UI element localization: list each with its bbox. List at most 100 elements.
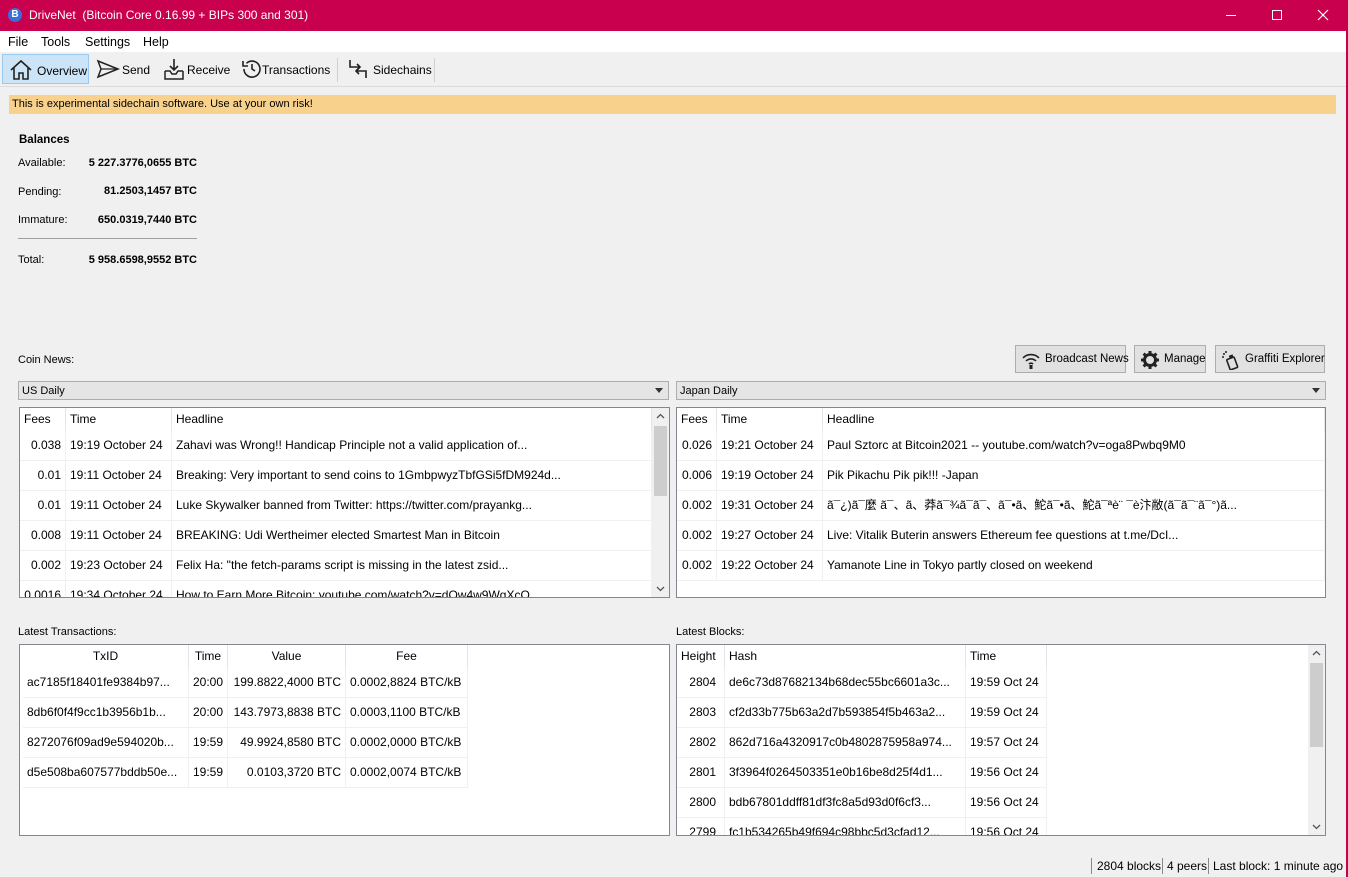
manage-button[interactable]: Manage bbox=[1134, 345, 1206, 373]
column-header-time[interactable]: Time bbox=[717, 408, 823, 431]
tab-send[interactable]: Send bbox=[90, 54, 154, 84]
right-news-feed-select[interactable]: Japan Daily bbox=[676, 381, 1326, 400]
news-fee: 0.006 bbox=[677, 461, 717, 491]
block-row[interactable]: 2801 3f3964f0264503351e0b16be8d25f4d1...… bbox=[677, 758, 1047, 788]
transaction-row[interactable]: 8272076f09ad9e594020b... 19:59 49.9924,8… bbox=[23, 728, 468, 758]
news-row[interactable]: 0.006 19:19 October 24 Pik Pikachu Pik p… bbox=[677, 461, 1325, 491]
maximize-button[interactable] bbox=[1254, 0, 1300, 31]
column-header-hash[interactable]: Hash bbox=[725, 645, 966, 668]
right-news-feed-value: Japan Daily bbox=[680, 385, 738, 397]
latest-blocks-label: Latest Blocks: bbox=[676, 626, 745, 638]
scroll-down-button[interactable] bbox=[652, 580, 669, 597]
column-header-time[interactable]: Time bbox=[66, 408, 172, 431]
block-row[interactable]: 2799 fc1b534265b49f694c98bbc5d3cfad12...… bbox=[677, 818, 1047, 835]
minimize-icon bbox=[1226, 15, 1236, 16]
block-time: 19:59 Oct 24 bbox=[966, 698, 1047, 728]
block-height: 2801 bbox=[677, 758, 725, 788]
column-header-time[interactable]: Time bbox=[966, 645, 1047, 668]
column-header-height[interactable]: Height bbox=[677, 645, 725, 668]
transaction-row[interactable]: 8db6f0f4f9cc1b3956b1b... 20:00 143.7973,… bbox=[23, 698, 468, 728]
transaction-txid: d5e508ba607577bddb50e... bbox=[23, 758, 189, 788]
scroll-thumb[interactable] bbox=[1310, 663, 1323, 747]
news-headline: Luke Skywalker banned from Twitter: http… bbox=[172, 491, 652, 521]
transaction-time: 19:59 bbox=[189, 728, 228, 758]
minimize-button[interactable] bbox=[1208, 0, 1254, 31]
news-row[interactable]: 0.002 19:31 October 24 ã¯¿)ã¯麼 ã¯、ã、莽ã¯¾… bbox=[677, 491, 1325, 521]
transaction-fee: 0.0003,1100 BTC/kB bbox=[346, 698, 468, 728]
japan-news-table[interactable]: Fees Time Headline 0.026 19:21 October 2… bbox=[676, 407, 1326, 598]
column-header-fees[interactable]: Fees bbox=[20, 408, 66, 431]
tab-sidechains[interactable]: Sidechains bbox=[340, 54, 432, 84]
graffiti-explorer-button[interactable]: Graffiti Explorer bbox=[1215, 345, 1325, 373]
latest-transactions-table[interactable]: TxID Time Value Fee ac7185f18401fe9384b9… bbox=[19, 644, 670, 836]
block-row[interactable]: 2800 bdb67801ddff81df3fc8a5d93d0f6cf3...… bbox=[677, 788, 1047, 818]
immature-balance: 650.0319,7440 BTC bbox=[97, 214, 197, 226]
tab-receive[interactable]: Receive bbox=[156, 54, 232, 84]
news-fee: 0.01 bbox=[20, 491, 66, 521]
column-header-time[interactable]: Time bbox=[189, 645, 228, 668]
block-time: 19:56 Oct 24 bbox=[966, 758, 1047, 788]
news-row[interactable]: 0.002 19:23 October 24 Felix Ha: "the fe… bbox=[20, 551, 652, 581]
scroll-up-button[interactable] bbox=[1308, 645, 1325, 662]
tab-overview-label: Overview bbox=[37, 64, 88, 78]
history-clock-icon bbox=[242, 60, 261, 78]
block-row[interactable]: 2804 de6c73d87682134b68dec55bc6601a3c...… bbox=[677, 668, 1047, 698]
news-row[interactable]: 0.008 19:11 October 24 BREAKING: Udi Wer… bbox=[20, 521, 652, 551]
menu-help[interactable]: Help bbox=[143, 35, 169, 49]
block-hash: de6c73d87682134b68dec55bc6601a3c... bbox=[725, 668, 966, 698]
available-label: Available: bbox=[18, 157, 66, 169]
column-header-fees[interactable]: Fees bbox=[677, 408, 717, 431]
block-row[interactable]: 2803 cf2d33b775b63a2d7b593854f5b463a2...… bbox=[677, 698, 1047, 728]
news-time: 19:22 October 24 bbox=[717, 551, 823, 581]
news-scrollbar[interactable] bbox=[652, 408, 669, 597]
scroll-down-button[interactable] bbox=[1308, 818, 1325, 835]
column-header-txid[interactable]: TxID bbox=[23, 645, 189, 668]
news-row[interactable]: 0.026 19:21 October 24 Paul Sztorc at Bi… bbox=[677, 431, 1325, 461]
transaction-row[interactable]: d5e508ba607577bddb50e... 19:59 0.0103,37… bbox=[23, 758, 468, 788]
broadcast-news-button[interactable]: Broadcast News bbox=[1015, 345, 1129, 373]
news-time: 19:31 October 24 bbox=[717, 491, 823, 521]
column-header-headline[interactable]: Headline bbox=[172, 408, 652, 431]
menu-file[interactable]: File bbox=[8, 35, 28, 49]
left-news-feed-select[interactable]: US Daily bbox=[18, 381, 669, 400]
column-header-headline[interactable]: Headline bbox=[823, 408, 1325, 431]
news-row[interactable]: 0.002 19:27 October 24 Live: Vitalik But… bbox=[677, 521, 1325, 551]
peer-count: 4 peers bbox=[1167, 859, 1208, 873]
scroll-up-button[interactable] bbox=[652, 408, 669, 425]
blocks-scrollbar[interactable] bbox=[1308, 645, 1325, 835]
tab-overview[interactable]: Overview bbox=[2, 54, 89, 84]
news-time: 19:11 October 24 bbox=[66, 491, 172, 521]
latest-blocks-table[interactable]: Height Hash Time 2804 de6c73d87682134b68… bbox=[676, 644, 1326, 836]
chevron-down-icon bbox=[656, 586, 665, 592]
block-row[interactable]: 2802 862d716a4320917c0b4802875958a974...… bbox=[677, 728, 1047, 758]
news-row[interactable]: 0.038 19:19 October 24 Zahavi was Wrong!… bbox=[20, 431, 652, 461]
pending-balance: 81.2503,1457 BTC bbox=[104, 185, 197, 197]
close-button[interactable] bbox=[1300, 0, 1346, 31]
tab-transactions[interactable]: Transactions bbox=[234, 54, 334, 84]
total-label: Total: bbox=[18, 254, 45, 266]
block-height: 2804 bbox=[677, 668, 725, 698]
news-row[interactable]: 0.01 19:11 October 24 Breaking: Very imp… bbox=[20, 461, 652, 491]
news-row[interactable]: 0.002 19:22 October 24 Yamanote Line in … bbox=[677, 551, 1325, 581]
transaction-fee: 0.0002,0074 BTC/kB bbox=[346, 758, 468, 788]
transaction-fee: 0.0002,0000 BTC/kB bbox=[346, 728, 468, 758]
bitcoin-app-icon: B bbox=[8, 8, 22, 22]
block-time: 19:59 Oct 24 bbox=[966, 668, 1047, 698]
menu-tools[interactable]: Tools bbox=[41, 35, 70, 49]
warning-banner: This is experimental sidechain software.… bbox=[9, 95, 1336, 114]
scroll-thumb[interactable] bbox=[654, 426, 667, 496]
transaction-row[interactable]: ac7185f18401fe9384b97... 20:00 199.8822,… bbox=[23, 668, 468, 698]
column-header-value[interactable]: Value bbox=[228, 645, 346, 668]
column-header-fee[interactable]: Fee bbox=[346, 645, 468, 668]
menu-settings[interactable]: Settings bbox=[85, 35, 130, 49]
news-row[interactable]: 0.01 19:11 October 24 Luke Skywalker ban… bbox=[20, 491, 652, 521]
available-balance: 5 227.3776,0655 BTC bbox=[88, 157, 197, 169]
us-news-table[interactable]: Fees Time Headline 0.038 19:19 October 2… bbox=[19, 407, 670, 598]
news-time: 19:11 October 24 bbox=[66, 521, 172, 551]
news-headline: How to Earn More Bitcoin: youtube.com/wa… bbox=[172, 581, 652, 597]
block-height: 2803 bbox=[677, 698, 725, 728]
block-time: 19:57 Oct 24 bbox=[966, 728, 1047, 758]
transaction-txid: ac7185f18401fe9384b97... bbox=[23, 668, 189, 698]
news-row[interactable]: 0.0016 19:34 October 24 How to Earn More… bbox=[20, 581, 652, 597]
app-name: DriveNet bbox=[29, 8, 76, 22]
